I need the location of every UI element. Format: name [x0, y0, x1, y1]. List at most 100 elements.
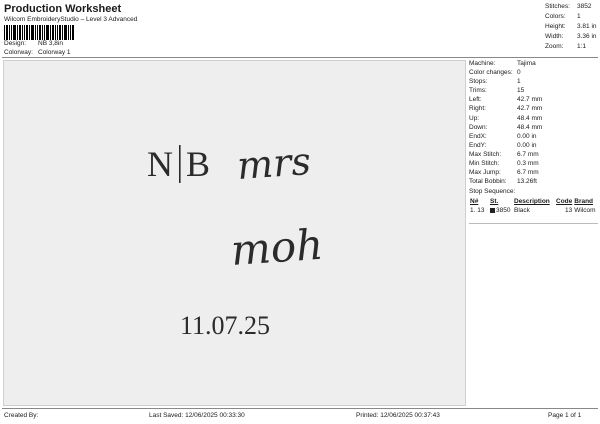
- stat-value: 3.36 in: [577, 33, 597, 40]
- stat-row: Zoom: 1:1: [545, 42, 597, 52]
- stat-row: Height: 3.81 in: [545, 22, 597, 32]
- colorway-label: Colorway:: [4, 49, 33, 56]
- stat-label: Colors:: [545, 13, 566, 20]
- stop-brand: Wilcom: [574, 207, 596, 215]
- detail-label: Up:: [469, 114, 480, 122]
- col-code: Code: [556, 198, 573, 206]
- stat-row: Stitches: 3852: [545, 2, 597, 12]
- col-st: St.: [490, 198, 499, 206]
- colorway-value: Colorway 1: [38, 49, 71, 56]
- stat-row: Width: 3.36 in: [545, 32, 597, 42]
- date-text: 11.07.25: [180, 311, 270, 340]
- detail-value: 1: [517, 78, 521, 86]
- stat-label: Width:: [545, 33, 564, 40]
- script-moh: moh: [229, 220, 324, 275]
- detail-row: Max Jump: 6.7 mm: [469, 168, 598, 177]
- detail-label: EndX:: [469, 132, 487, 140]
- detail-row: Machine: Tajima: [469, 59, 598, 68]
- page-number: Page 1 of 1: [548, 412, 582, 419]
- stat-label: Height:: [545, 23, 566, 30]
- stop-sequence-table: N# St. Description Code Brand 1. 13 3850…: [469, 197, 598, 215]
- stat-label: Stitches:: [545, 3, 570, 10]
- stop-index: 1.: [470, 207, 476, 215]
- detail-label: Right:: [469, 105, 486, 113]
- detail-row: Trims: 15: [469, 86, 598, 95]
- detail-label: Left:: [469, 96, 482, 104]
- design-artwork: N B mrs moh 11.07.25: [147, 139, 325, 340]
- detail-label: EndY:: [469, 141, 487, 149]
- stat-value: 3852: [577, 3, 592, 10]
- detail-value: 48.4 mm: [517, 114, 543, 122]
- detail-label: Stops:: [469, 78, 488, 86]
- detail-label: Max Stitch:: [469, 150, 502, 158]
- detail-value: 6.7 mm: [517, 169, 539, 177]
- machine-details-panel: Machine: Tajima Color changes: 0 Stops: 1 T…: [469, 59, 598, 215]
- detail-value: 0.00 in: [517, 141, 537, 149]
- detail-value: 0.3 mm: [517, 160, 539, 168]
- detail-label: Trims:: [469, 87, 487, 95]
- design-value: NB 3,8in: [38, 40, 63, 47]
- stop-sequence-title: Stop Sequence:: [469, 188, 516, 196]
- detail-label: Down:: [469, 123, 488, 131]
- stop-code: 13: [565, 207, 573, 215]
- detail-row: Up: 48.4 mm: [469, 114, 598, 123]
- detail-row: EndY: 0.00 in: [469, 141, 598, 150]
- stop-index-cell: 1. 13: [469, 206, 489, 215]
- detail-label: Min Stitch:: [469, 160, 500, 168]
- detail-value: 48.4 mm: [517, 123, 543, 131]
- detail-row: Max Stitch: 6.7 mm: [469, 150, 598, 159]
- stat-value: 1: [577, 13, 581, 20]
- stop-stitches-cell: 3850: [489, 206, 513, 215]
- stop-description: Black: [514, 207, 530, 215]
- panel-divider: [469, 223, 598, 224]
- detail-label: Total Bobbin:: [469, 178, 507, 186]
- detail-row: Min Stitch: 0.3 mm: [469, 159, 598, 168]
- script-mrs: mrs: [236, 139, 313, 188]
- detail-row: Total Bobbin: 13.26ft: [469, 177, 598, 186]
- barcode: [4, 25, 76, 40]
- stat-row: Colors: 1: [545, 12, 597, 22]
- initial-b: B: [186, 144, 210, 184]
- initial-n: N: [147, 144, 173, 184]
- detail-row: Left: 42.7 mm: [469, 95, 598, 104]
- colorway-line: Colorway: Colorway 1: [4, 49, 71, 56]
- table-header-row: N# St. Description Code Brand: [469, 197, 598, 206]
- design-preview[interactable]: N B mrs moh 11.07.25: [3, 60, 466, 406]
- detail-label: Max Jump:: [469, 169, 501, 177]
- summary-stats: Stitches: 3852 Colors: 1 Height: 3.81 in Wi…: [545, 2, 597, 52]
- printed-date: Printed: 12/06/2025 00:37:43: [356, 412, 440, 419]
- last-saved: Last Saved: 12/06/2025 00:33:30: [149, 412, 245, 419]
- software-subtitle: Wilcom EmbroideryStudio – Level 3 Advanc…: [4, 16, 138, 23]
- page-title: Production Worksheet: [4, 3, 122, 15]
- detail-row: Right: 42.7 mm: [469, 104, 598, 113]
- detail-value: 13.26ft: [517, 178, 537, 186]
- detail-value: 6.7 mm: [517, 150, 539, 158]
- design-line: Design: NB 3,8in: [4, 40, 63, 47]
- stat-value: 3.81 in: [577, 23, 597, 30]
- detail-row: EndX: 0.00 in: [469, 132, 598, 141]
- detail-value: 42.7 mm: [517, 105, 543, 113]
- col-brand: Brand: [574, 198, 594, 206]
- detail-label: Color changes:: [469, 69, 513, 77]
- created-by: Created By:: [4, 412, 39, 419]
- detail-row: Down: 48.4 mm: [469, 123, 598, 132]
- detail-value: Tajima: [517, 60, 536, 67]
- initials-separator: [179, 145, 181, 183]
- detail-value: 0.00 in: [517, 132, 537, 140]
- detail-value: 15: [517, 87, 525, 95]
- design-label: Design:: [4, 40, 27, 47]
- thread-swatch: [490, 208, 495, 214]
- table-row: 1. 13 3850 Black 13 Wilcom: [469, 206, 598, 215]
- header-divider: [2, 57, 598, 58]
- col-n: N#: [470, 198, 479, 206]
- footer-divider: [2, 408, 598, 409]
- detail-row: Color changes: 0: [469, 68, 598, 77]
- stop-needle: 13: [477, 207, 485, 215]
- detail-value: 42.7 mm: [517, 96, 543, 104]
- stop-stitches: 3850: [496, 207, 511, 215]
- detail-value: 0: [517, 69, 521, 77]
- stat-value: 1:1: [577, 43, 587, 50]
- stat-label: Zoom:: [545, 43, 564, 50]
- detail-label: Machine:: [469, 60, 496, 67]
- detail-row: Stops: 1: [469, 77, 598, 86]
